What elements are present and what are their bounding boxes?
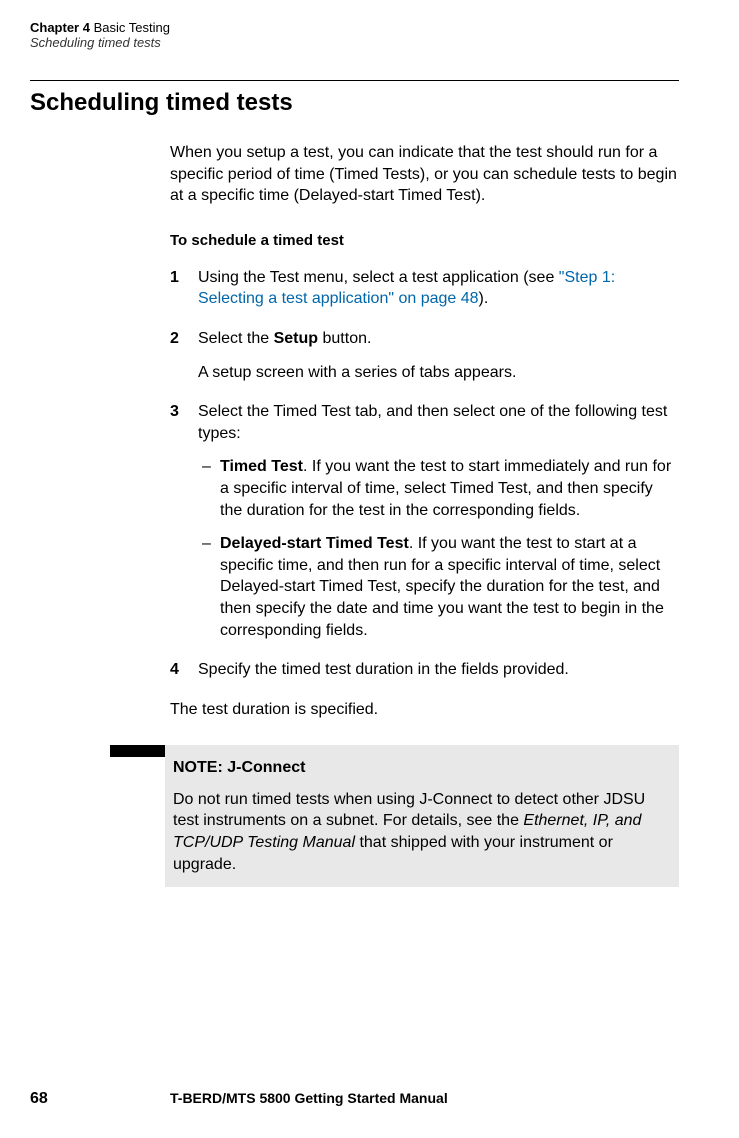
bullet-item-delayed-start: – Delayed-start Timed Test. If you want … [198, 533, 679, 641]
bullet-dash: – [198, 533, 220, 641]
step-2: 2 Select the Setup button. A setup scree… [170, 328, 679, 383]
note-container: NOTE: J-Connect Do not run timed tests w… [110, 745, 679, 887]
bullet-body: Delayed-start Timed Test. If you want th… [220, 533, 679, 641]
note-box: NOTE: J-Connect Do not run timed tests w… [165, 745, 679, 887]
step-1: 1 Using the Test menu, select a test app… [170, 267, 679, 310]
step-text: Select the [198, 330, 274, 347]
step-body: Select the Timed Test tab, and then sele… [198, 401, 679, 641]
step-text-after: ). [479, 290, 489, 307]
header-subtitle: Scheduling timed tests [30, 35, 679, 50]
result-paragraph: The test duration is specified. [170, 699, 679, 721]
step-4: 4 Specify the timed test duration in the… [170, 659, 679, 681]
chapter-number: Chapter 4 [30, 20, 90, 35]
step-3: 3 Select the Timed Test tab, and then se… [170, 401, 679, 641]
step-body: Select the Setup button. A setup screen … [198, 328, 679, 383]
content-area: When you setup a test, you can indicate … [170, 142, 679, 720]
note-title: NOTE: J-Connect [173, 757, 663, 779]
step-number: 2 [170, 328, 198, 383]
option-title: Delayed-start Timed Test [220, 535, 409, 552]
section-title: Scheduling timed tests [30, 89, 679, 117]
intro-paragraph: When you setup a test, you can indicate … [170, 142, 679, 207]
bullet-body: Timed Test. If you want the test to star… [220, 456, 679, 521]
note-marker-bar [110, 745, 165, 887]
step-number: 1 [170, 267, 198, 310]
footer-manual-title: T-BERD/MTS 5800 Getting Started Manual [170, 1090, 448, 1106]
note-body: Do not run timed tests when using J-Conn… [173, 789, 663, 875]
step-substep: A setup screen with a series of tabs app… [198, 362, 679, 384]
procedure-heading: To schedule a timed test [170, 232, 679, 249]
page-header: Chapter 4 Basic Testing Scheduling timed… [30, 20, 679, 50]
step-body: Specify the timed test duration in the f… [198, 659, 679, 681]
step-text: Select the Timed Test tab, and then sele… [198, 403, 667, 442]
step-text-after: button. [318, 330, 371, 347]
option-title: Timed Test [220, 458, 303, 475]
ui-element-label: Setup [274, 330, 318, 347]
bullet-item-timed-test: – Timed Test. If you want the test to st… [198, 456, 679, 521]
step-body: Using the Test menu, select a test appli… [198, 267, 679, 310]
step-number: 3 [170, 401, 198, 641]
step-number: 4 [170, 659, 198, 681]
bullet-dash: – [198, 456, 220, 521]
page-number: 68 [30, 1090, 170, 1108]
chapter-title-text: Basic Testing [94, 20, 170, 35]
step-text: Using the Test menu, select a test appli… [198, 269, 559, 286]
horizontal-rule [30, 80, 679, 81]
note-marker [110, 745, 165, 757]
page-footer: 68 T-BERD/MTS 5800 Getting Started Manua… [30, 1090, 679, 1108]
